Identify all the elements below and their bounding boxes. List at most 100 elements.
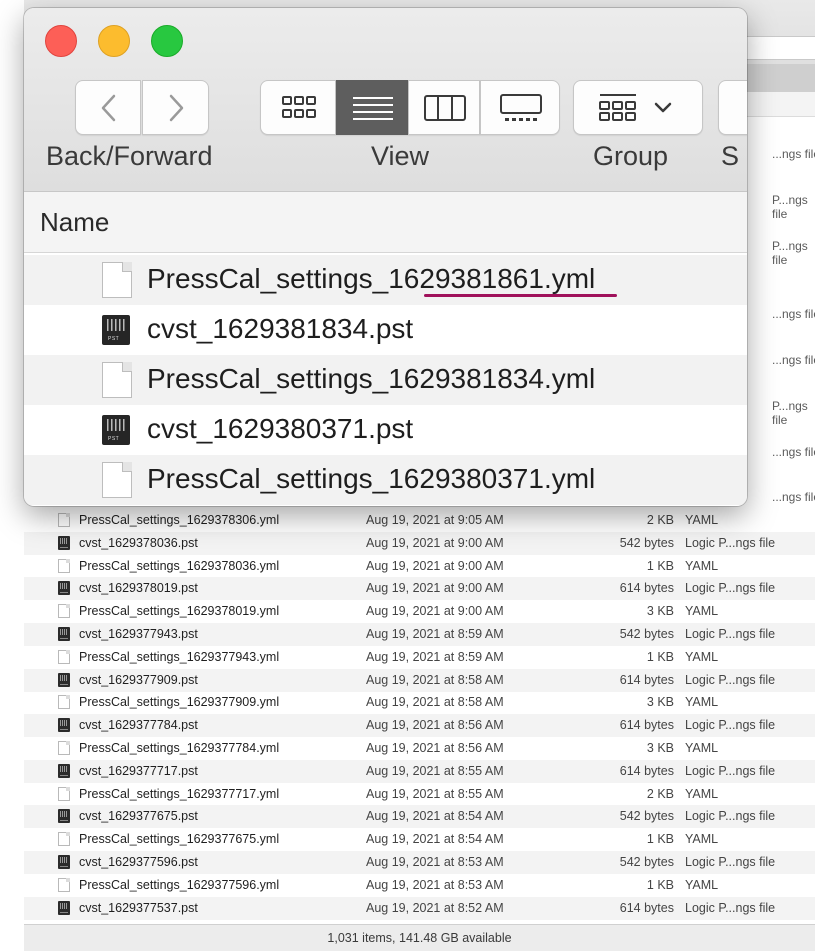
document-icon	[102, 262, 132, 298]
table-row[interactable]: PressCal_settings_1629377596.yml Aug 19, …	[24, 874, 815, 897]
file-kind: YAML	[685, 558, 719, 573]
pst-file-icon	[58, 900, 70, 915]
search-field[interactable]	[742, 36, 815, 60]
file-size: 1 KB	[646, 558, 674, 573]
document-icon	[58, 832, 70, 847]
file-date: Aug 19, 2021 at 8:59 AM	[366, 649, 504, 664]
pst-file-icon	[58, 855, 70, 869]
file-name: cvst_1629378019.pst	[79, 581, 198, 596]
file-name: PressCal_settings_1629377784.yml	[79, 741, 280, 755]
file-date: Aug 19, 2021 at 9:00 AM	[366, 581, 504, 596]
group-button[interactable]	[573, 80, 703, 135]
file-name: PressCal_settings_1629377943.yml	[79, 649, 280, 664]
group-label: Group	[593, 141, 669, 171]
pst-file-icon	[102, 315, 130, 345]
kind-cell: P...ngs file	[772, 239, 808, 267]
file-date: Aug 19, 2021 at 8:53 AM	[366, 855, 504, 869]
forward-button[interactable]	[142, 80, 209, 135]
file-size: 1 KB	[646, 649, 674, 664]
status-bar: 1,031 items, 141.48 GB available	[24, 924, 815, 951]
icon-grid-icon	[282, 96, 316, 118]
file-size: 2 KB	[646, 786, 674, 801]
table-row[interactable]: cvst_1629377537.pst Aug 19, 2021 at 8:52 …	[24, 896, 815, 920]
file-size: 1 KB	[646, 877, 674, 892]
file-name: PressCal_settings_1629380371.yml	[147, 463, 596, 494]
file-name: PressCal_settings_1629378036.yml	[79, 558, 280, 573]
file-kind: YAML	[685, 513, 719, 527]
icon-view-button[interactable]	[260, 80, 336, 135]
list-icon	[353, 97, 393, 120]
file-date: Aug 19, 2021 at 9:05 AM	[366, 513, 504, 527]
gallery-view-button[interactable]	[480, 80, 560, 135]
file-name: PressCal_settings_1629378306.yml	[79, 513, 280, 527]
list-view-button[interactable]	[336, 80, 408, 135]
view-label: View	[371, 141, 430, 171]
file-size: 542 bytes	[619, 809, 674, 824]
table-row[interactable]: cvst_1629377943.pst Aug 19, 2021 at 8:59 …	[24, 623, 815, 646]
table-row[interactable]: cvst_1629377784.pst Aug 19, 2021 at 8:56 …	[24, 714, 815, 738]
table-row[interactable]: PressCal_settings_1629377909.yml Aug 19, …	[24, 691, 815, 714]
table-row[interactable]: cvst_1629377717.pst Aug 19, 2021 at 8:55 …	[24, 759, 815, 783]
group-icon	[599, 94, 672, 121]
maximize-button[interactable]	[151, 25, 183, 57]
table-row[interactable]: PressCal_settings_1629377784.yml Aug 19, …	[24, 737, 815, 760]
file-date: Aug 19, 2021 at 8:54 AM	[366, 832, 504, 847]
pst-file-icon	[102, 415, 130, 445]
table-row[interactable]: cvst_1629378036.pst Aug 19, 2021 at 9:00 …	[24, 531, 815, 555]
pst-file-icon	[58, 627, 70, 641]
kind-cell: ...ngs file	[772, 147, 815, 161]
table-row[interactable]: PressCal_settings_1629378036.yml Aug 19, …	[24, 555, 815, 578]
minimize-button[interactable]	[98, 25, 130, 57]
file-name: cvst_1629381834.pst	[147, 313, 414, 344]
name-column-label: Name	[40, 207, 110, 237]
list-item[interactable]: PressCal_settings_1629380371.yml	[24, 455, 747, 505]
document-icon	[102, 362, 132, 398]
back-forward-label: Back/Forward	[46, 141, 213, 171]
document-icon	[102, 462, 132, 498]
document-icon	[58, 695, 70, 710]
file-size: 614 bytes	[619, 718, 674, 733]
list-item[interactable]: PressCal_settings_1629381861.yml	[24, 255, 747, 305]
close-button[interactable]	[45, 25, 77, 57]
file-date: Aug 19, 2021 at 8:56 AM	[366, 718, 504, 733]
file-date: Aug 19, 2021 at 9:00 AM	[366, 604, 504, 619]
table-row[interactable]: cvst_1629377675.pst Aug 19, 2021 at 8:54 …	[24, 805, 815, 829]
table-row[interactable]: cvst_1629377596.pst Aug 19, 2021 at 8:53 …	[24, 851, 815, 874]
list-item[interactable]: cvst_1629381834.pst	[24, 305, 747, 355]
table-row[interactable]: PressCal_settings_1629378306.yml Aug 19, …	[24, 509, 815, 532]
file-name: cvst_1629377596.pst	[79, 855, 198, 869]
back-button[interactable]	[75, 80, 141, 135]
pst-file-icon	[58, 535, 70, 550]
file-size: 614 bytes	[619, 581, 674, 596]
table-row[interactable]: PressCal_settings_1629377675.yml Aug 19, …	[24, 828, 815, 851]
name-column-header[interactable]: Name	[24, 192, 747, 253]
list-item[interactable]: cvst_1629380371.pst	[24, 405, 747, 455]
file-name: PressCal_settings_1629378019.yml	[79, 604, 280, 619]
document-icon	[58, 741, 70, 755]
file-size: 614 bytes	[619, 763, 674, 778]
document-icon	[58, 604, 70, 619]
table-row[interactable]: cvst_1629378019.pst Aug 19, 2021 at 9:00 …	[24, 577, 815, 601]
file-kind: YAML	[685, 604, 719, 619]
chevron-right-icon	[169, 94, 184, 122]
file-date: Aug 19, 2021 at 8:55 AM	[366, 786, 504, 801]
file-size: 3 KB	[646, 695, 674, 710]
table-row[interactable]: PressCal_settings_1629377943.yml Aug 19, …	[24, 646, 815, 669]
column-view-button[interactable]	[408, 80, 480, 135]
document-icon	[58, 558, 70, 573]
table-row[interactable]: cvst_1629377909.pst Aug 19, 2021 at 8:58 …	[24, 668, 815, 692]
table-row[interactable]: PressCal_settings_1629377717.yml Aug 19, …	[24, 783, 815, 806]
list-item[interactable]: PressCal_settings_1629381834.yml	[24, 355, 747, 405]
table-row[interactable]: PressCal_settings_1629378019.yml Aug 19, …	[24, 600, 815, 623]
file-kind: YAML	[685, 786, 719, 801]
file-size: 1 KB	[646, 832, 674, 847]
file-date: Aug 19, 2021 at 8:54 AM	[366, 809, 504, 824]
zoomed-finder-window: Back/Forward View Group S Name PressCal_…	[24, 8, 747, 506]
pst-file-icon	[58, 581, 70, 596]
share-button[interactable]	[718, 80, 747, 135]
columns-icon	[424, 95, 466, 121]
pst-file-icon	[58, 763, 70, 778]
file-name: PressCal_settings_1629381861.yml	[147, 263, 596, 294]
file-size: 3 KB	[646, 604, 674, 619]
pst-file-icon	[58, 809, 70, 824]
